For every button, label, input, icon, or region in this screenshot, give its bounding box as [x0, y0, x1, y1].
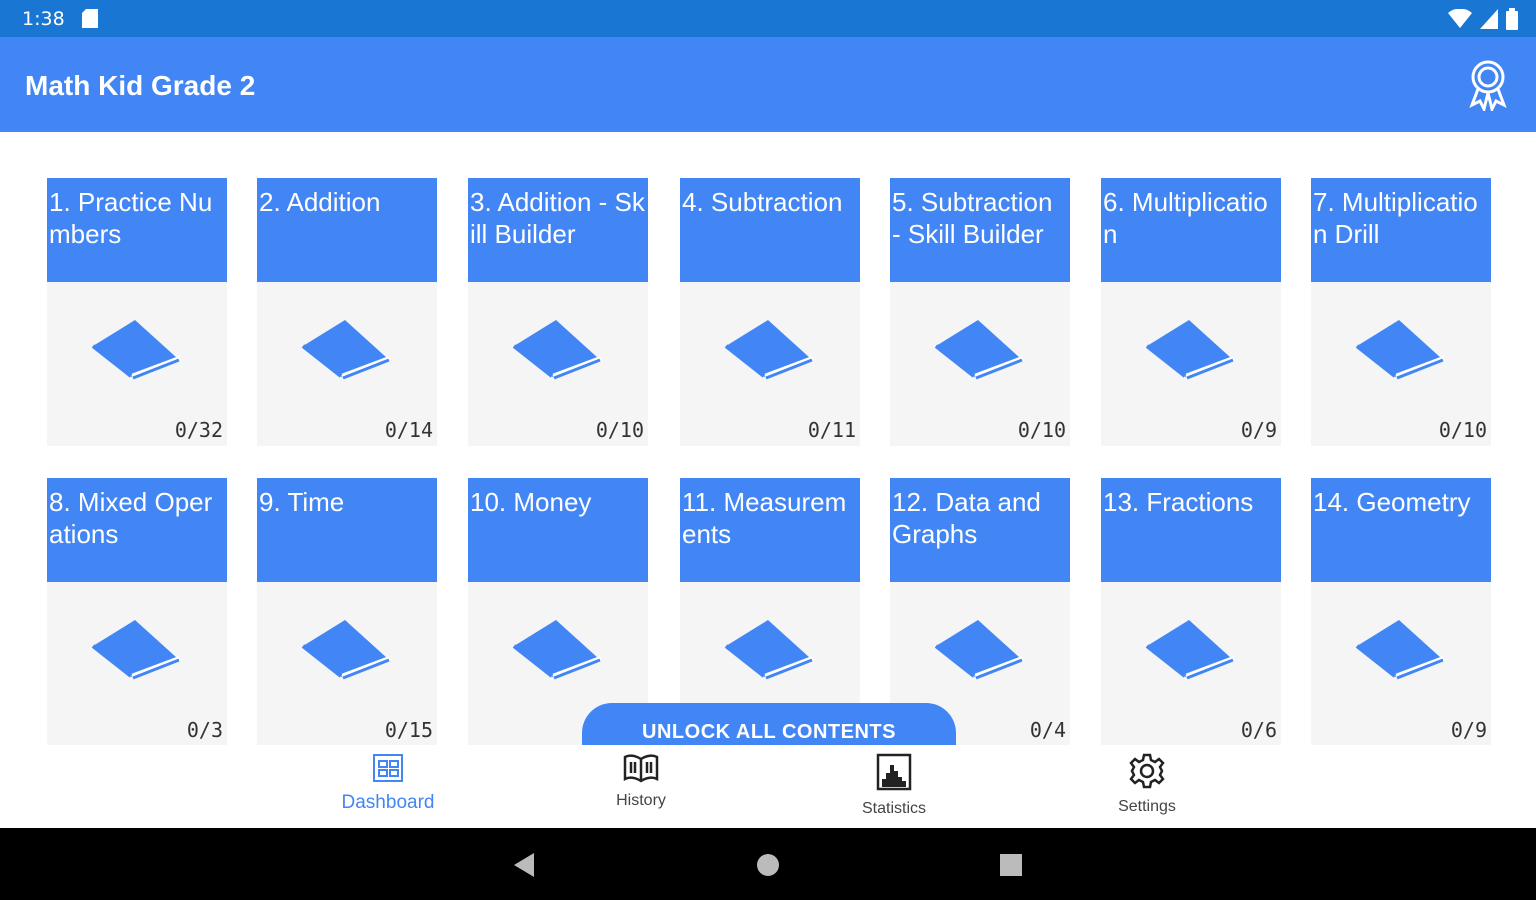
- book-icon: [512, 618, 604, 685]
- lesson-progress: 0/15: [384, 718, 433, 742]
- lesson-title: 13. Fractions: [1101, 478, 1281, 582]
- book-icon: [1355, 618, 1447, 685]
- lesson-title: 8. Mixed Operations: [47, 478, 227, 582]
- lesson-progress: 0/6: [1240, 718, 1277, 742]
- dashboard-icon: [372, 754, 404, 787]
- signal-icon: [1480, 9, 1498, 34]
- app-title: Math Kid Grade 2: [25, 70, 256, 101]
- chart-icon: [876, 753, 912, 795]
- book-icon: [512, 318, 604, 385]
- lesson-card[interactable]: 7. Multiplication Drill 0/10: [1311, 178, 1491, 446]
- award-icon[interactable]: [1468, 59, 1508, 116]
- book-icon: [91, 318, 183, 385]
- book-icon: [934, 318, 1026, 385]
- lesson-progress: 0/3: [186, 718, 223, 742]
- lesson-progress: 0/9: [1240, 418, 1277, 442]
- book-icon: [301, 318, 393, 385]
- book-icon: [1145, 618, 1237, 685]
- lesson-card[interactable]: 13. Fractions 0/6: [1101, 478, 1281, 746]
- lesson-progress: 0/11: [807, 418, 856, 442]
- bottom-navigation: Dashboard History Statistics Settings: [0, 745, 1536, 828]
- lesson-title: 14. Geometry: [1311, 478, 1491, 582]
- lesson-progress: 0/14: [384, 418, 433, 442]
- recents-icon[interactable]: [999, 852, 1023, 883]
- book-icon: [934, 618, 1026, 685]
- lesson-progress: 0/9: [1450, 718, 1487, 742]
- app-bar: Math Kid Grade 2: [0, 37, 1536, 132]
- book-icon: [724, 618, 816, 685]
- wifi-icon: [1448, 8, 1472, 34]
- lesson-title: 4. Subtraction: [680, 178, 860, 282]
- nav-settings[interactable]: Settings: [1077, 753, 1217, 816]
- lesson-card[interactable]: 8. Mixed Operations 0/3: [47, 478, 227, 746]
- back-icon[interactable]: [512, 852, 536, 883]
- home-icon[interactable]: [756, 852, 780, 883]
- nav-dashboard-label: Dashboard: [341, 792, 435, 813]
- sd-card-icon: [82, 9, 98, 33]
- lesson-title: 2. Addition: [257, 178, 437, 282]
- lesson-progress: 0/10: [1438, 418, 1487, 442]
- nav-statistics-label: Statistics: [861, 800, 926, 817]
- lesson-progress: 0/32: [174, 418, 223, 442]
- lesson-title: 6. Multiplication: [1101, 178, 1281, 282]
- nav-statistics[interactable]: Statistics: [824, 753, 964, 818]
- book-icon: [1355, 318, 1447, 385]
- lesson-title: 1. Practice Numbers: [47, 178, 227, 282]
- nav-dashboard[interactable]: Dashboard: [318, 753, 458, 814]
- book-icon: [724, 318, 816, 385]
- book-icon: [91, 618, 183, 685]
- lesson-progress: 0/4: [1029, 718, 1066, 742]
- nav-history-label: History: [616, 792, 666, 809]
- lesson-card[interactable]: 2. Addition 0/14: [257, 178, 437, 446]
- lesson-title: 7. Multiplication Drill: [1311, 178, 1491, 282]
- status-bar: 1:38: [0, 0, 1536, 37]
- book-icon: [301, 618, 393, 685]
- lesson-card[interactable]: 14. Geometry 0/9: [1311, 478, 1491, 746]
- system-nav-bar: [0, 828, 1536, 900]
- lesson-card[interactable]: 6. Multiplication 0/9: [1101, 178, 1281, 446]
- nav-history[interactable]: History: [571, 753, 711, 810]
- lesson-title: 5. Subtraction - Skill Builder: [890, 178, 1070, 282]
- lesson-title: 11. Measurements: [680, 478, 860, 582]
- lesson-card[interactable]: 3. Addition - Skill Builder 0/10: [468, 178, 648, 446]
- lesson-card[interactable]: 9. Time 0/15: [257, 478, 437, 746]
- lesson-card[interactable]: 5. Subtraction - Skill Builder 0/10: [890, 178, 1070, 446]
- lesson-title: 3. Addition - Skill Builder: [468, 178, 648, 282]
- lesson-card[interactable]: 1. Practice Numbers 0/32: [47, 178, 227, 446]
- lesson-card[interactable]: 4. Subtraction 0/11: [680, 178, 860, 446]
- gear-icon: [1129, 753, 1165, 793]
- battery-icon: [1506, 8, 1518, 35]
- book-open-icon: [623, 754, 659, 787]
- lesson-title: 9. Time: [257, 478, 437, 582]
- nav-settings-label: Settings: [1118, 798, 1176, 815]
- status-time: 1:38: [22, 8, 65, 30]
- lesson-title: 12. Data and Graphs: [890, 478, 1070, 582]
- lesson-progress: 0/10: [595, 418, 644, 442]
- lesson-progress: 0/10: [1017, 418, 1066, 442]
- book-icon: [1145, 318, 1237, 385]
- status-icons: [1448, 8, 1518, 35]
- lesson-title: 10. Money: [468, 478, 648, 582]
